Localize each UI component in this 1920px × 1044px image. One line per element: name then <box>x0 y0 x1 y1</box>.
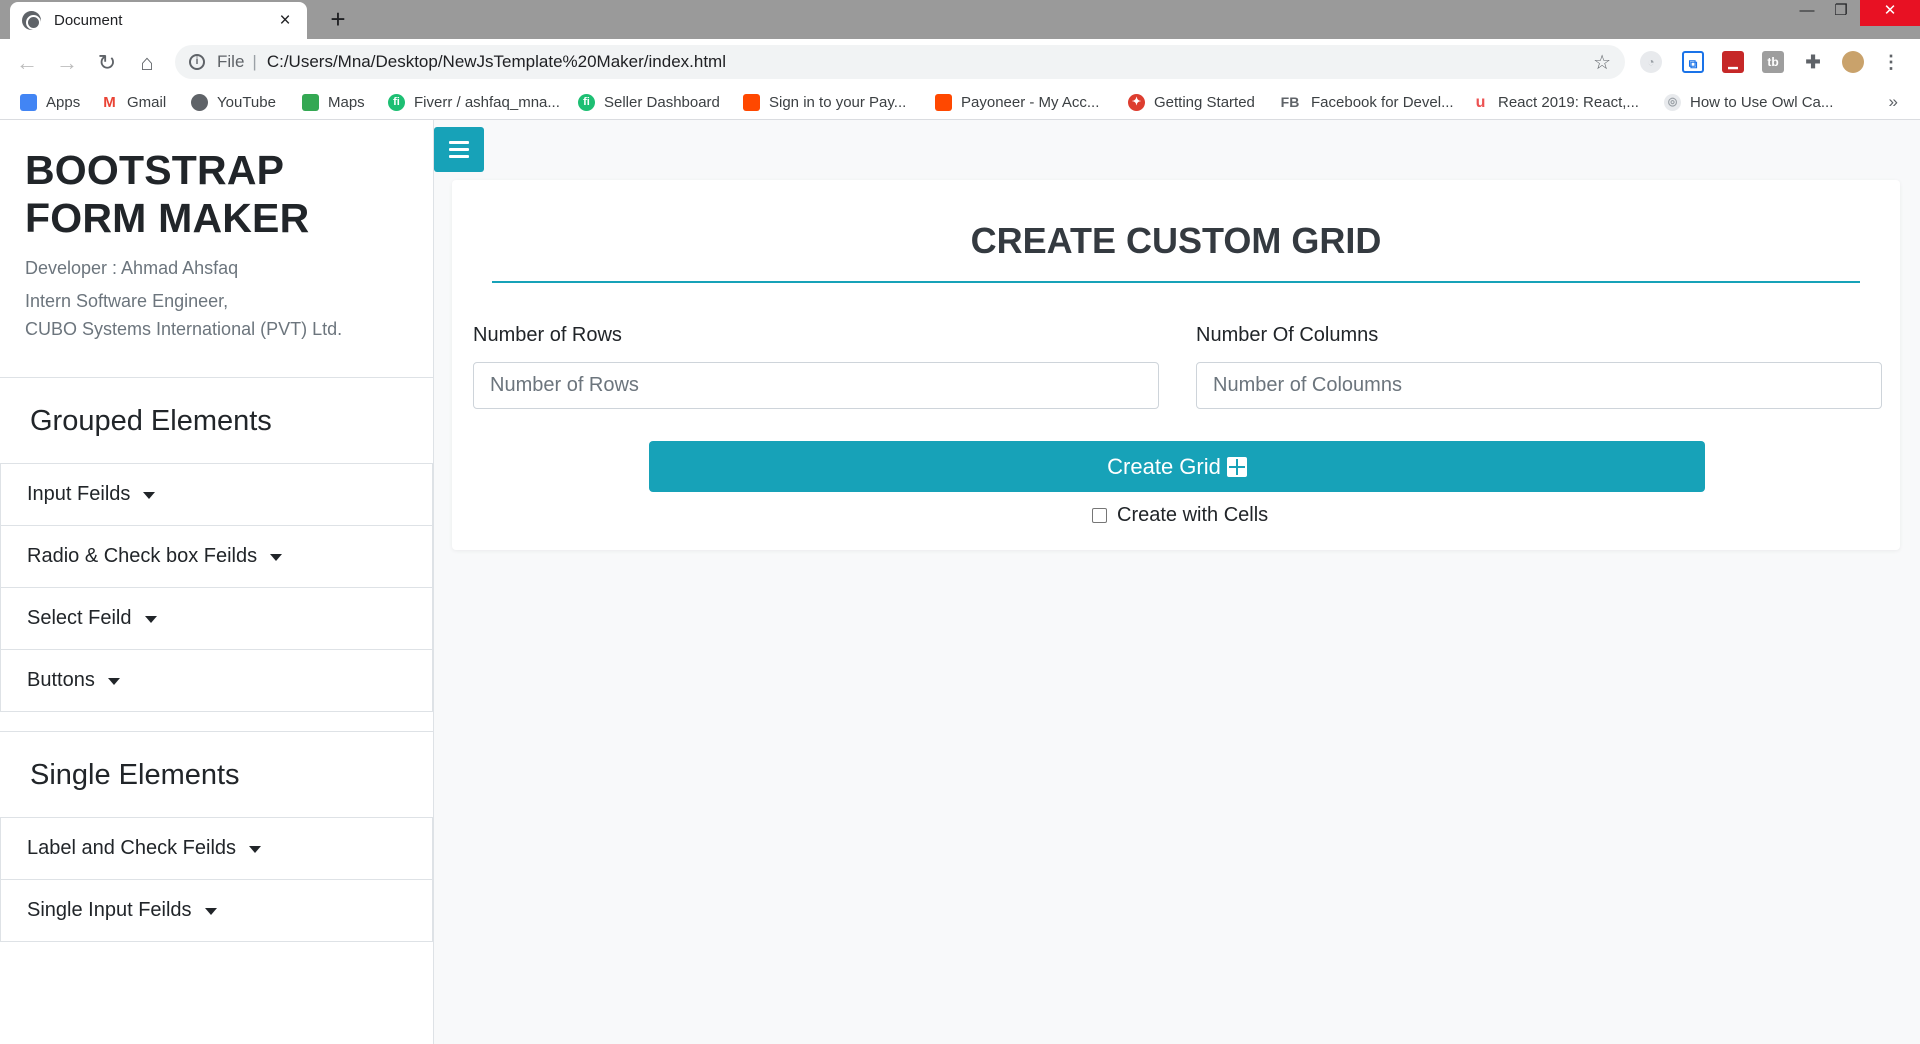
info-icon[interactable]: i <box>189 54 205 70</box>
payoneer-icon <box>743 93 760 111</box>
browser-tab[interactable]: Document × <box>10 2 307 39</box>
sidebar-divider <box>0 712 433 732</box>
gmail-icon: M <box>101 93 118 111</box>
extension-circle-icon[interactable]: ◔ <box>1640 51 1662 73</box>
bookmark-apps[interactable]: Apps <box>20 92 80 112</box>
address-bar[interactable]: i File | C:/Users/Mna/Desktop/NewJsTempl… <box>175 45 1625 79</box>
bookmark-getting-started[interactable]: ✦ Getting Started <box>1128 92 1255 112</box>
sidebar: BOOTSTRAP FORM MAKER Developer : Ahmad A… <box>0 120 434 1044</box>
extension-tb-icon[interactable]: tb <box>1762 51 1784 73</box>
brand-title: BOOTSTRAP FORM MAKER <box>25 147 310 241</box>
fiverr-icon: fi <box>388 93 405 111</box>
title-divider <box>492 281 1860 283</box>
tab-title: Document <box>54 12 123 29</box>
caret-down-icon <box>144 616 157 623</box>
menu-kebab-icon[interactable]: ⋮ <box>1880 51 1902 73</box>
extensions-puzzle-icon[interactable]: ✚ <box>1802 51 1824 73</box>
browser-toolbar: ← → ↻ ⌂ i File | C:/Users/Mna/Desktop/Ne… <box>0 39 1920 85</box>
globe-icon <box>22 11 41 30</box>
bookmark-facebook-developers[interactable]: FB Facebook for Devel... <box>1278 92 1454 112</box>
bookmark-owl-carousel[interactable]: ◎ How to Use Owl Ca... <box>1664 92 1833 112</box>
url-scheme: File <box>217 52 245 71</box>
close-tab-icon[interactable]: × <box>275 10 295 32</box>
bookmark-gmail[interactable]: M Gmail <box>101 92 166 112</box>
browser-tabstrip: Document × + — ❐ ✕ <box>0 0 1920 39</box>
rows-label: Number of Rows <box>473 324 622 346</box>
bookmarks-overflow-icon[interactable]: » <box>1889 92 1898 112</box>
page-content: BOOTSTRAP FORM MAKER Developer : Ahmad A… <box>0 120 1920 1044</box>
custom-grid-card: CREATE CUSTOM GRID Number of Rows Number… <box>452 180 1900 550</box>
angular-icon: ✦ <box>1128 93 1145 111</box>
columns-label: Number Of Columns <box>1196 324 1379 346</box>
sidebar-toggle-button[interactable] <box>434 127 484 172</box>
fiverr-icon: fi <box>578 93 595 111</box>
caret-down-icon <box>249 846 262 853</box>
caret-down-icon <box>270 554 283 561</box>
globe-icon <box>191 93 208 111</box>
single-elements-list: Label and Check Feilds Single Input Feil… <box>0 818 433 942</box>
caret-down-icon <box>107 678 120 685</box>
bookmark-payoneer-account[interactable]: Payoneer - My Acc... <box>935 92 1099 112</box>
window-close-icon[interactable]: ✕ <box>1860 0 1920 26</box>
rows-input[interactable] <box>473 362 1159 409</box>
sidebar-brand: BOOTSTRAP FORM MAKER Developer : Ahmad A… <box>0 120 433 378</box>
hamburger-icon <box>449 141 469 144</box>
sidebar-item-buttons[interactable]: Buttons <box>0 650 433 712</box>
fb-text-icon: FB <box>1278 93 1302 111</box>
bookmark-fiverr[interactable]: fi Fiverr / ashfaq_mna... <box>388 92 560 112</box>
extension-chart-icon[interactable]: ▁ <box>1722 51 1744 73</box>
bookmark-react-2019[interactable]: u React 2019: React,... <box>1472 92 1639 112</box>
company-text: CUBO Systems International (PVT) Ltd. <box>25 319 343 339</box>
hamburger-icon-bar <box>449 148 469 151</box>
apps-grid-icon <box>20 93 37 111</box>
udemy-icon: u <box>1472 93 1489 111</box>
extension-translate-icon[interactable]: ⧉ <box>1682 51 1704 73</box>
caret-down-icon <box>204 908 217 915</box>
bookmark-payoneer-signin[interactable]: Sign in to your Pay... <box>743 92 906 112</box>
sidebar-item-radio-checkbox-fields[interactable]: Radio & Check box Feilds <box>0 526 433 588</box>
single-elements-heading: Single Elements <box>0 732 433 818</box>
sidebar-item-single-input-fields[interactable]: Single Input Feilds <box>0 880 433 942</box>
maps-icon <box>302 93 319 111</box>
payoneer-icon <box>935 93 952 111</box>
bookmark-maps[interactable]: Maps <box>302 92 365 112</box>
owl-icon: ◎ <box>1664 93 1681 111</box>
grid-icon <box>1226 456 1247 477</box>
sidebar-item-input-fields[interactable]: Input Feilds <box>0 464 433 526</box>
hamburger-icon-bar <box>449 155 469 158</box>
back-arrow-icon[interactable]: ← <box>12 48 42 78</box>
grouped-elements-list: Input Feilds Radio & Check box Feilds Se… <box>0 464 433 712</box>
forward-arrow-icon[interactable]: → <box>52 48 82 78</box>
developer-text: Developer : Ahmad Ahsfaq <box>25 258 239 278</box>
restore-icon[interactable]: ❐ <box>1818 0 1864 26</box>
bookmark-star-icon[interactable]: ☆ <box>1593 50 1611 75</box>
role-text: Intern Software Engineer, <box>25 291 229 311</box>
reload-icon[interactable]: ↻ <box>92 48 122 78</box>
create-with-cells-checkbox[interactable] <box>1092 508 1107 523</box>
url-text[interactable]: C:/Users/Mna/Desktop/NewJsTemplate%20Mak… <box>267 52 1593 72</box>
sidebar-item-select-field[interactable]: Select Feild <box>0 588 433 650</box>
columns-input[interactable] <box>1196 362 1882 409</box>
sidebar-item-label-check-fields[interactable]: Label and Check Feilds <box>0 818 433 880</box>
bookmarks-bar: Apps M Gmail YouTube Maps fi Fiverr / ashf… <box>0 85 1920 120</box>
url-separator: | <box>252 52 257 71</box>
home-icon[interactable]: ⌂ <box>132 48 162 78</box>
new-tab-button[interactable]: + <box>324 4 352 34</box>
create-with-cells-label[interactable]: Create with Cells <box>1117 504 1268 527</box>
page-title: CREATE CUSTOM GRID <box>970 220 1382 261</box>
create-with-cells-option: Create with Cells <box>1092 504 1268 527</box>
create-grid-label: Create Grid <box>1107 453 1221 479</box>
create-grid-button[interactable]: Create Grid <box>649 441 1705 492</box>
grouped-elements-heading: Grouped Elements <box>0 378 433 464</box>
bookmark-seller-dashboard[interactable]: fi Seller Dashboard <box>578 92 720 112</box>
bookmark-youtube[interactable]: YouTube <box>191 92 276 112</box>
caret-down-icon <box>143 492 156 499</box>
profile-avatar-icon[interactable] <box>1842 51 1864 73</box>
